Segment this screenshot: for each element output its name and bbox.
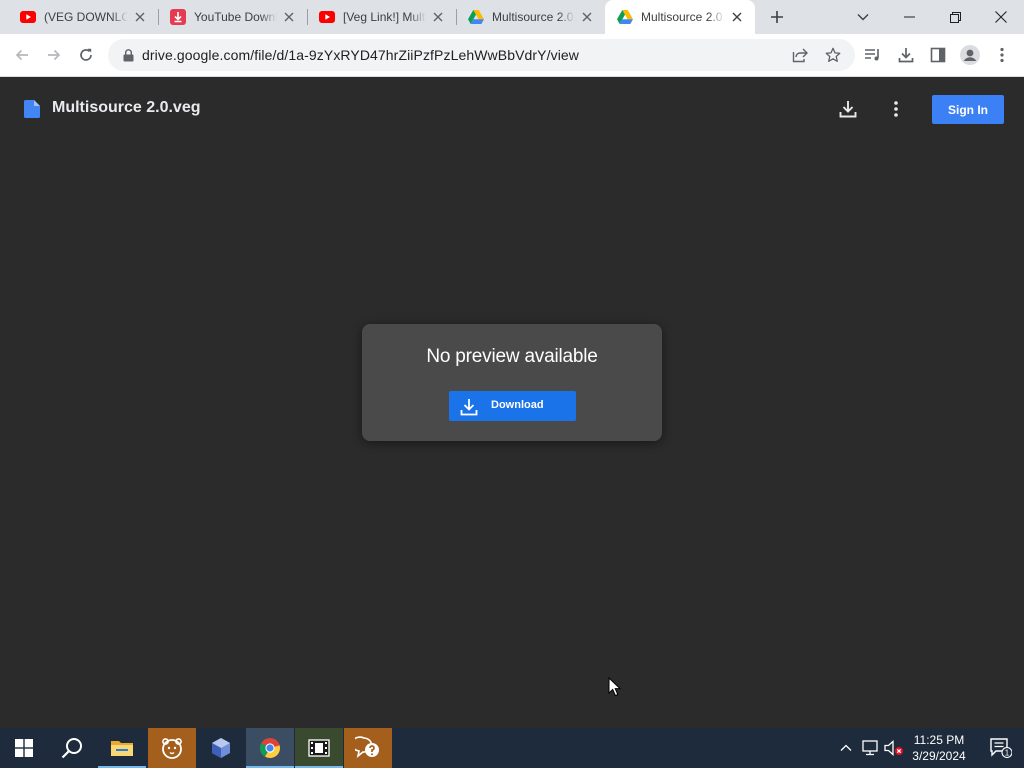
volume-tray-icon[interactable] bbox=[884, 738, 904, 758]
restore-icon bbox=[949, 11, 961, 23]
close-icon[interactable] bbox=[132, 9, 148, 25]
drive-file-viewer: Multisource 2.0.veg Sign In No preview a… bbox=[0, 77, 1024, 728]
chrome-menu-button[interactable] bbox=[988, 41, 1016, 69]
taskbar-bear-app[interactable] bbox=[148, 728, 196, 768]
google-drive-icon bbox=[468, 9, 484, 25]
media-controls-button[interactable] bbox=[859, 41, 887, 69]
clock-date: 3/29/2024 bbox=[912, 749, 966, 763]
download-icon bbox=[898, 48, 914, 63]
chevron-down-icon bbox=[857, 14, 869, 21]
bookmark-star-icon[interactable] bbox=[823, 45, 843, 65]
help-chat-icon bbox=[355, 736, 379, 758]
folder-icon bbox=[111, 741, 133, 756]
tab-title: Multisource 2.0.veg bbox=[492, 10, 575, 24]
download-button-label: Download bbox=[491, 399, 544, 411]
playlist-icon bbox=[865, 49, 879, 61]
tab-veg-link[interactable]: [Veg Link!] Multisource bbox=[307, 0, 456, 34]
tab-multisource-drive[interactable]: Multisource 2.0.veg bbox=[456, 0, 605, 34]
download-app-icon bbox=[170, 9, 186, 25]
url-text[interactable]: drive.google.com/file/d/1a-9zYxRYD47hrZi… bbox=[142, 47, 579, 63]
tab-title: [Veg Link!] Multisource bbox=[343, 10, 426, 24]
restore-button[interactable] bbox=[932, 0, 978, 34]
address-bar[interactable]: drive.google.com/file/d/1a-9zYxRYD47hrZi… bbox=[108, 39, 855, 71]
tab-title: YouTube Downloader bbox=[194, 10, 277, 24]
mouse-cursor-icon bbox=[608, 677, 621, 697]
tab-title: (VEG DOWNLOAD) Multisource bbox=[44, 10, 128, 24]
tab-veg-download[interactable]: (VEG DOWNLOAD) Multisource bbox=[0, 0, 158, 34]
tab-strip: (VEG DOWNLOAD) Multisource YouTube Downl… bbox=[0, 0, 1024, 34]
taskbar-vegas-app[interactable] bbox=[197, 728, 245, 768]
close-icon[interactable] bbox=[579, 9, 595, 25]
sign-in-button[interactable]: Sign In bbox=[932, 95, 1004, 124]
more-actions-button[interactable] bbox=[882, 95, 910, 123]
minimize-icon bbox=[903, 16, 915, 18]
system-clock[interactable]: 11:25 PM 3/29/2024 bbox=[905, 732, 973, 764]
tab-youtube-downloader[interactable]: YouTube Downloader bbox=[158, 0, 307, 34]
side-panel-icon bbox=[930, 47, 946, 63]
tab-search-button[interactable] bbox=[840, 0, 886, 34]
youtube-icon bbox=[319, 9, 335, 25]
lock-icon[interactable] bbox=[120, 47, 136, 63]
clock-time: 11:25 PM bbox=[913, 733, 965, 747]
downloads-button[interactable] bbox=[892, 41, 920, 69]
close-window-button[interactable] bbox=[978, 0, 1024, 34]
taskbar-video-editor[interactable] bbox=[295, 728, 343, 768]
share-icon[interactable] bbox=[790, 45, 810, 65]
taskbar-help-app[interactable] bbox=[344, 728, 392, 768]
search-button[interactable] bbox=[48, 728, 96, 768]
file-title: Multisource 2.0.veg bbox=[52, 99, 201, 116]
search-icon bbox=[61, 738, 82, 759]
youtube-icon bbox=[20, 9, 36, 25]
arrow-left-icon bbox=[15, 49, 28, 61]
back-button[interactable] bbox=[8, 41, 36, 69]
browser-toolbar: drive.google.com/file/d/1a-9zYxRYD47hrZi… bbox=[0, 34, 1024, 77]
taskbar-file-explorer[interactable] bbox=[98, 728, 146, 768]
new-tab-button[interactable] bbox=[765, 5, 789, 29]
vegas-app-icon bbox=[212, 738, 230, 758]
notification-count: 1 bbox=[1005, 749, 1010, 758]
show-hidden-icons-button[interactable] bbox=[836, 738, 856, 758]
forward-button[interactable] bbox=[40, 41, 68, 69]
avatar-icon bbox=[960, 45, 980, 65]
taskbar-chrome[interactable] bbox=[246, 728, 294, 768]
kebab-menu-icon bbox=[894, 101, 898, 117]
close-icon[interactable] bbox=[729, 9, 745, 25]
volume-muted-icon bbox=[884, 740, 903, 756]
tab-multisource-drive-active[interactable]: Multisource 2.0.veg bbox=[605, 0, 755, 34]
windows-taskbar: 11:25 PM 3/29/2024 1 bbox=[0, 728, 1024, 768]
windows-logo-icon bbox=[15, 739, 33, 757]
close-icon bbox=[995, 11, 1007, 23]
reload-button[interactable] bbox=[72, 41, 100, 69]
plus-icon bbox=[771, 11, 783, 23]
close-icon[interactable] bbox=[281, 9, 297, 25]
bear-app-icon bbox=[162, 738, 182, 759]
tab-title: Multisource 2.0.veg bbox=[641, 10, 725, 24]
action-center-button[interactable]: 1 bbox=[978, 728, 1024, 768]
download-icon bbox=[460, 399, 478, 416]
close-icon[interactable] bbox=[430, 9, 446, 25]
chrome-icon bbox=[260, 738, 281, 759]
chevron-up-icon bbox=[840, 744, 852, 751]
minimize-button[interactable] bbox=[886, 0, 932, 34]
google-drive-icon bbox=[617, 9, 633, 25]
download-icon bbox=[839, 101, 857, 118]
arrow-right-icon bbox=[48, 49, 61, 61]
start-button[interactable] bbox=[0, 728, 48, 768]
no-preview-card: No preview available Download bbox=[362, 324, 662, 441]
side-panel-button[interactable] bbox=[924, 41, 952, 69]
reload-icon bbox=[80, 48, 92, 61]
network-tray-icon[interactable] bbox=[860, 738, 880, 758]
network-icon bbox=[862, 740, 878, 756]
notification-icon: 1 bbox=[990, 738, 1012, 758]
download-file-button[interactable] bbox=[834, 95, 862, 123]
kebab-menu-icon bbox=[1000, 47, 1004, 63]
file-icon bbox=[24, 100, 40, 118]
film-strip-icon bbox=[308, 739, 330, 757]
profile-button[interactable] bbox=[956, 41, 984, 69]
download-button[interactable]: Download bbox=[449, 391, 576, 421]
no-preview-message: No preview available bbox=[426, 346, 598, 367]
